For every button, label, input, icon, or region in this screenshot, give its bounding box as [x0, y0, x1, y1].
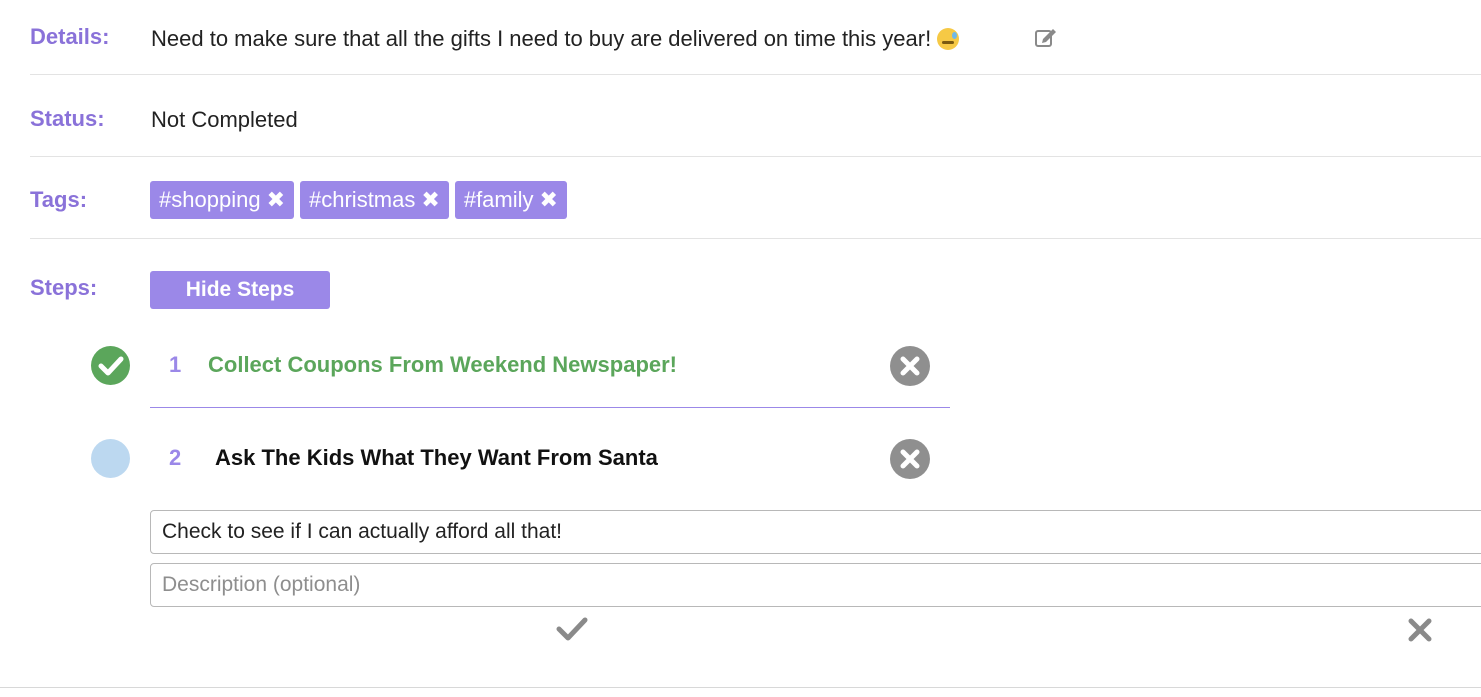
hash-symbol: #: [159, 187, 172, 212]
tag-text: #christmas: [309, 187, 415, 213]
steps-row: Steps: Hide Steps: [30, 271, 1481, 309]
tag-text: #family: [464, 187, 534, 213]
incomplete-circle-icon[interactable]: [91, 439, 130, 478]
hash-symbol: #: [309, 187, 322, 212]
bottom-divider: [0, 687, 1481, 688]
step-title[interactable]: Collect Coupons From Weekend Newspaper!: [208, 352, 677, 378]
tag-name: shopping: [171, 187, 261, 212]
details-text: Need to make sure that all the gifts I n…: [151, 26, 932, 51]
downcast-face-with-sweat-icon: [937, 28, 960, 50]
status-value: Not Completed: [151, 107, 298, 132]
delete-step-icon[interactable]: [890, 439, 930, 479]
tag-name: family: [476, 187, 534, 212]
step-divider: [150, 407, 950, 408]
divider: [30, 238, 1481, 239]
tag-christmas: #christmas ✖: [300, 181, 449, 219]
tag-family: #family ✖: [454, 181, 567, 219]
delete-step-icon[interactable]: [890, 346, 930, 386]
tags-row: Tags: #shopping ✖ #christmas ✖ #family ✖: [30, 181, 1481, 219]
remove-tag-icon[interactable]: ✖: [267, 189, 285, 211]
status-row: Status: Not Completed: [30, 106, 1481, 136]
hide-steps-button[interactable]: Hide Steps: [150, 271, 330, 309]
step-number: 1: [169, 352, 182, 377]
confirm-check-icon[interactable]: [556, 615, 588, 648]
details-row: Details: Need to make sure that all the …: [30, 24, 1481, 54]
remove-tag-icon[interactable]: ✖: [421, 189, 439, 211]
tag-name: christmas: [321, 187, 416, 212]
status-label: Status:: [30, 106, 105, 131]
step-title[interactable]: Ask The Kids What They Want From Santa: [215, 445, 658, 471]
step-number: 2: [169, 445, 182, 470]
tag-list: #shopping ✖ #christmas ✖ #family ✖: [150, 181, 567, 219]
tag-text: #shopping: [159, 187, 261, 213]
details-label: Details:: [30, 24, 110, 49]
divider: [30, 156, 1481, 157]
step-title-input[interactable]: [150, 510, 1481, 554]
cancel-x-icon[interactable]: [1407, 617, 1433, 648]
details-text-wrap: Need to make sure that all the gifts I n…: [151, 26, 960, 52]
remove-tag-icon[interactable]: ✖: [540, 189, 558, 211]
step-description-input[interactable]: [150, 563, 1481, 607]
edit-icon[interactable]: [1034, 26, 1058, 55]
divider: [30, 74, 1481, 75]
steps-label: Steps:: [30, 275, 98, 300]
tag-shopping: #shopping ✖: [150, 181, 294, 219]
tags-label: Tags:: [30, 187, 88, 212]
completed-check-icon[interactable]: [91, 346, 130, 385]
hash-symbol: #: [463, 187, 477, 212]
